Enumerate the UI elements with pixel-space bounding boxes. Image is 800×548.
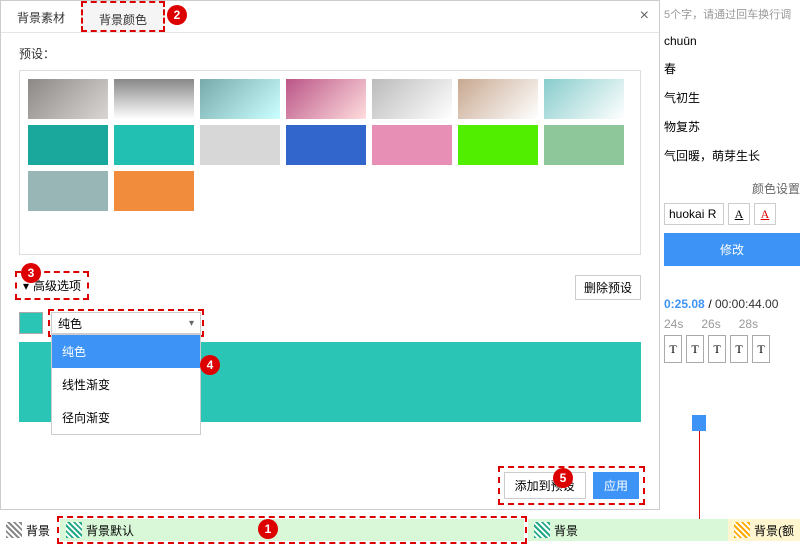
text-marker[interactable]: T: [730, 335, 748, 363]
hatch-icon: [6, 522, 22, 538]
color-setting-label: 颜色设置: [664, 180, 800, 197]
color-swatch[interactable]: [114, 171, 194, 211]
color-swatch[interactable]: [114, 125, 194, 165]
color-swatch[interactable]: [372, 79, 452, 119]
color-swatch[interactable]: [200, 125, 280, 165]
annotation-badge-2: 2: [167, 5, 187, 25]
font-select[interactable]: [664, 203, 724, 225]
color-swatch[interactable]: [286, 125, 366, 165]
ruler-tick: 28s: [739, 317, 758, 331]
delete-preset-button[interactable]: 删除预设: [575, 275, 641, 300]
current-time: 0:25.08: [664, 297, 705, 311]
track-segment-extra[interactable]: 背景(额: [728, 519, 800, 541]
preset-swatches: [19, 70, 641, 255]
chevron-down-icon: ▾: [189, 318, 194, 329]
apply-button[interactable]: 应用: [593, 472, 639, 499]
track-segment-default[interactable]: 背景默认: [60, 519, 524, 541]
track-segment[interactable]: 背景: [528, 519, 728, 541]
color-swatch[interactable]: [28, 171, 108, 211]
hatch-icon: [66, 522, 82, 538]
text-line: 气初生: [664, 83, 800, 112]
tab-bg-material[interactable]: 背景素材: [1, 1, 81, 32]
ruler-tick: 24s: [664, 317, 683, 331]
text-line: chuūn: [664, 28, 800, 54]
text-line: 气回暖，萌芽生长: [664, 141, 800, 170]
fill-type-value: 纯色: [58, 315, 82, 332]
text-line: 春: [664, 54, 800, 83]
color-swatch[interactable]: [28, 79, 108, 119]
text-marker[interactable]: T: [686, 335, 704, 363]
color-swatch[interactable]: [544, 125, 624, 165]
tab-bg-color[interactable]: 背景颜色: [81, 1, 165, 32]
color-swatch[interactable]: [458, 125, 538, 165]
preset-label: 预设：: [1, 33, 659, 70]
text-marker[interactable]: T: [752, 335, 770, 363]
text-marker[interactable]: T: [664, 335, 682, 363]
hatch-icon: [534, 522, 550, 538]
current-color-chip[interactable]: [19, 312, 43, 334]
add-to-preset-button[interactable]: 添加到预设: [504, 472, 586, 499]
color-swatch[interactable]: [458, 79, 538, 119]
fill-type-select[interactable]: 纯色 ▾: [51, 312, 201, 334]
total-time: 00:00:44.00: [715, 297, 778, 311]
text-color-red-button[interactable]: A: [754, 203, 776, 225]
playhead[interactable]: [692, 415, 706, 431]
color-swatch[interactable]: [114, 79, 194, 119]
dropdown-option-radial[interactable]: 径向渐变: [52, 401, 200, 434]
color-swatch[interactable]: [372, 125, 452, 165]
ruler-tick: 26s: [701, 317, 720, 331]
close-icon[interactable]: ×: [640, 7, 649, 25]
color-swatch[interactable]: [28, 125, 108, 165]
annotation-badge-1: 1: [258, 519, 278, 539]
color-swatch[interactable]: [200, 79, 280, 119]
annotation-badge-5: 5: [553, 468, 573, 488]
dropdown-option-solid[interactable]: 纯色: [52, 335, 200, 368]
text-marker[interactable]: T: [708, 335, 726, 363]
hatch-icon: [734, 522, 750, 538]
fill-type-dropdown: 纯色 线性渐变 径向渐变: [51, 334, 201, 435]
annotation-badge-3: 3: [21, 263, 41, 283]
dropdown-option-linear[interactable]: 线性渐变: [52, 368, 200, 401]
color-swatch[interactable]: [544, 79, 624, 119]
annotation-badge-4: 4: [200, 355, 220, 375]
text-line: 物复苏: [664, 112, 800, 141]
text-color-button[interactable]: A: [728, 203, 750, 225]
char-limit-hint: 5个字，请通过回车换行调: [664, 0, 800, 28]
track-bg: 背景: [0, 518, 56, 543]
modify-button[interactable]: 修改: [664, 233, 800, 266]
color-swatch[interactable]: [286, 79, 366, 119]
